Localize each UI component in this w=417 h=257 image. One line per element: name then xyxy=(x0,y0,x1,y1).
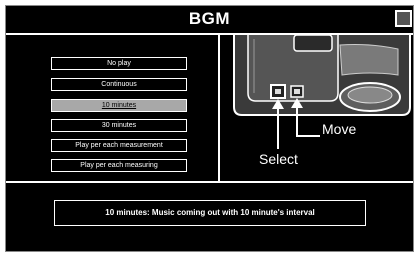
menu-item-30-minutes[interactable]: 30 minutes xyxy=(51,119,187,132)
device-diagram: Move Select xyxy=(220,35,413,181)
menu-item-no-play[interactable]: No play xyxy=(51,57,187,70)
divider xyxy=(6,181,413,183)
menu-item-label: Play per each measuring xyxy=(80,162,158,169)
description-text: 10 minutes: Music coming out with 10 min… xyxy=(105,208,315,217)
menu-item-play-per-measuring[interactable]: Play per each measuring xyxy=(51,159,187,172)
bgm-screen: BGM No play Continuous 10 minutes 30 min… xyxy=(5,5,414,252)
description-box: 10 minutes: Music coming out with 10 min… xyxy=(54,200,366,226)
menu-item-label: Play per each measurement xyxy=(75,142,163,149)
menu-item-play-per-measurement[interactable]: Play per each measurement xyxy=(51,139,187,152)
device-illustration xyxy=(233,35,411,149)
menu-item-label: Continuous xyxy=(101,81,137,88)
move-label: Move xyxy=(322,121,357,137)
menu-item-label: No play xyxy=(107,60,131,67)
title-bar: BGM xyxy=(6,6,413,35)
bgm-menu: No play Continuous 10 minutes 30 minutes… xyxy=(6,35,220,181)
menu-item-label: 10 minutes xyxy=(101,102,137,109)
screen-title: BGM xyxy=(188,9,231,28)
select-label: Select xyxy=(259,151,298,167)
menu-item-10-minutes[interactable]: 10 minutes xyxy=(51,99,187,112)
close-icon[interactable] xyxy=(395,10,412,27)
menu-item-continuous[interactable]: Continuous xyxy=(51,78,187,91)
menu-item-label: 30 minutes xyxy=(101,122,137,129)
